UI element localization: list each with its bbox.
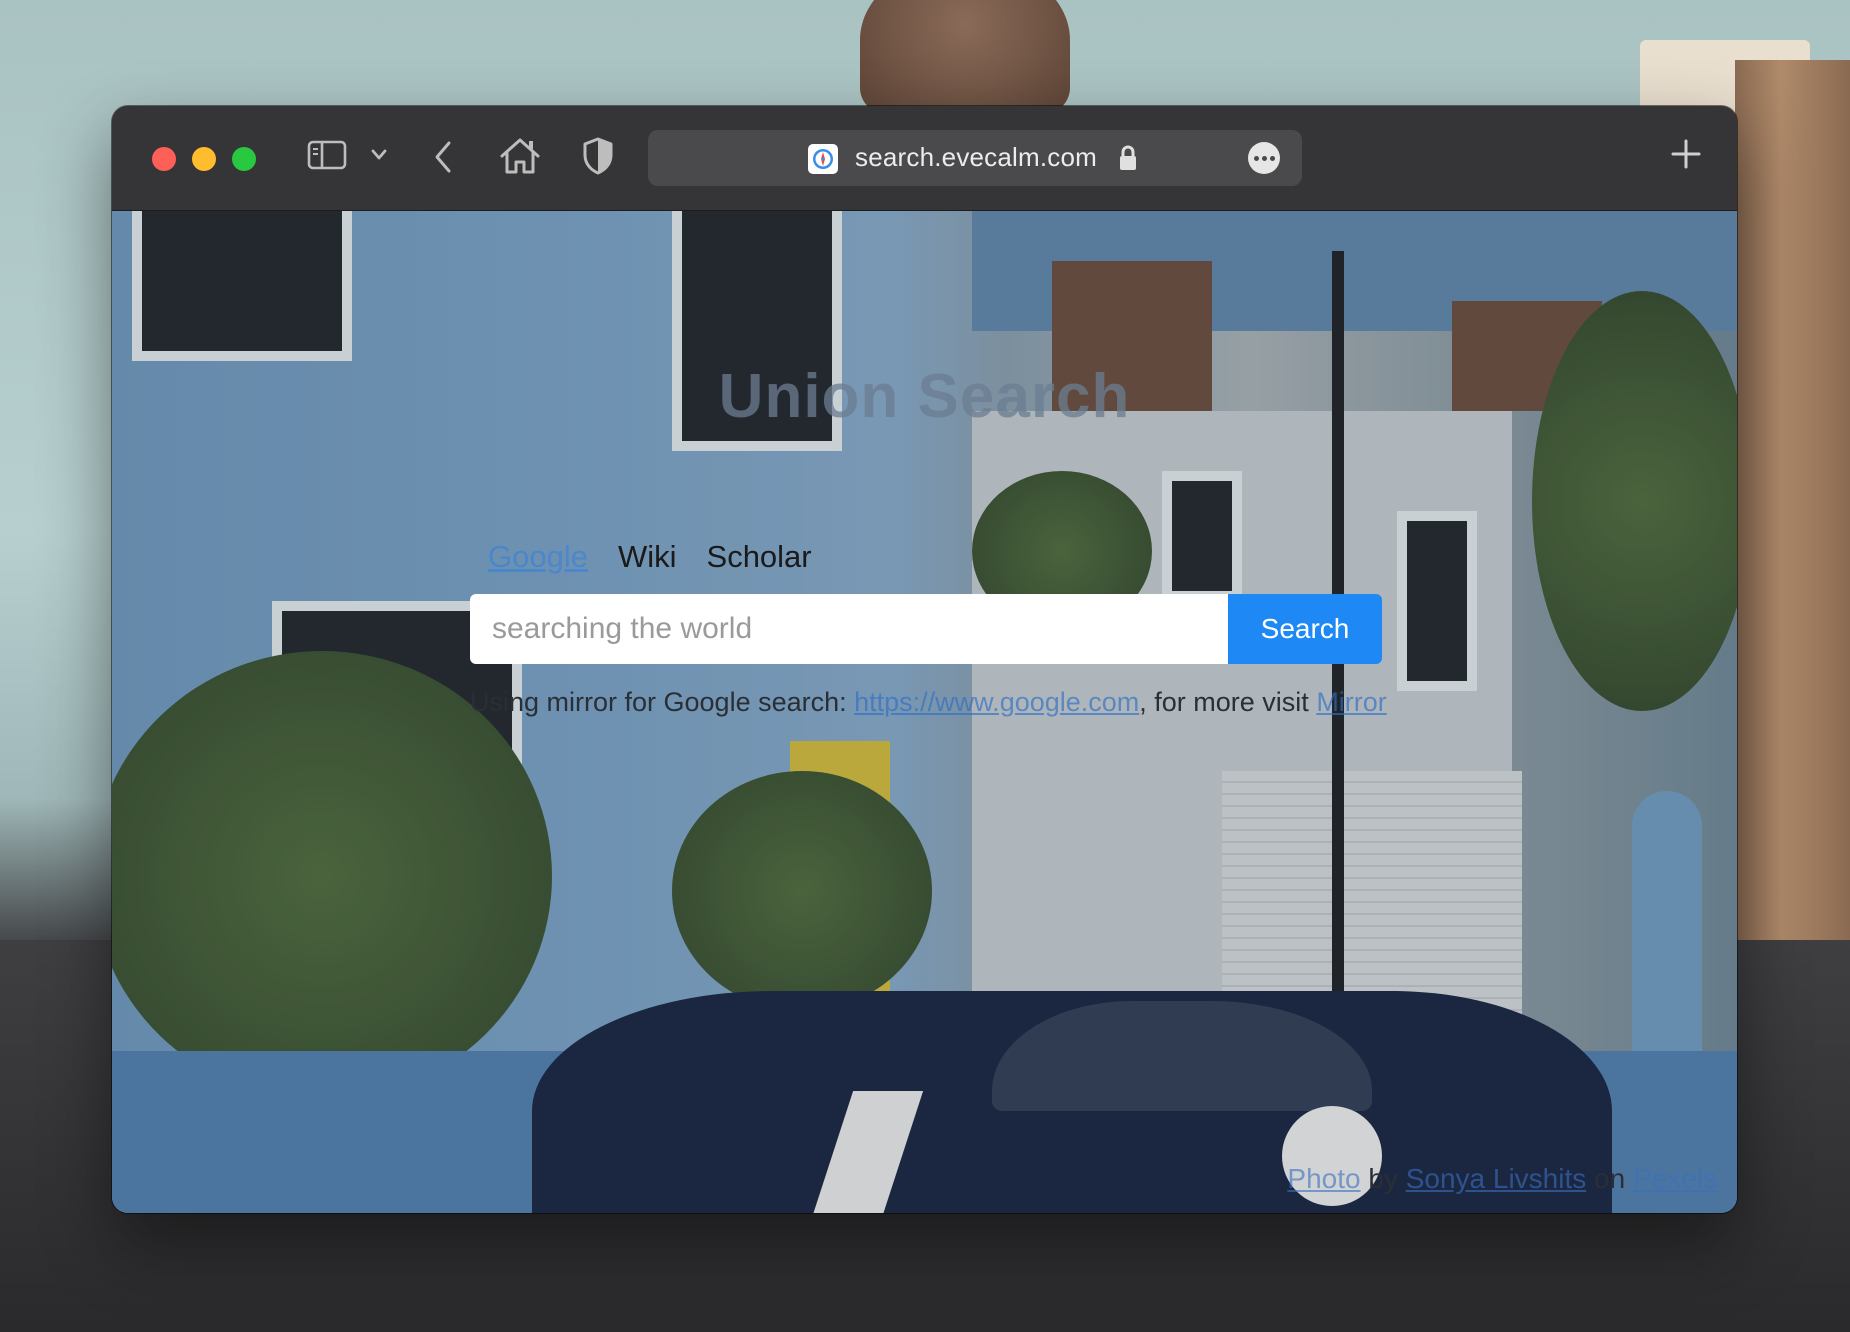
search-engine-tabs: Google Wiki Scholar xyxy=(488,539,812,575)
photo-link[interactable]: Photo xyxy=(1287,1163,1360,1194)
search-form: Search xyxy=(470,594,1382,664)
mirror-google-link[interactable]: https://www.google.com xyxy=(854,687,1139,717)
mirror-note-prefix: Using mirror for Google search: xyxy=(470,687,855,717)
mirror-note-middle: , for more visit xyxy=(1139,687,1317,717)
photographer-link[interactable]: Sonya Livshits xyxy=(1406,1163,1587,1194)
search-input[interactable] xyxy=(470,594,1228,664)
address-url: search.evecalm.com xyxy=(855,142,1098,172)
mirror-more-link[interactable]: Mirror xyxy=(1316,687,1386,717)
minimize-window-button[interactable] xyxy=(192,147,216,171)
tab-wiki[interactable]: Wiki xyxy=(618,539,677,575)
photo-credit: Photo by Sonya Livshits on Pexels xyxy=(1287,1163,1717,1195)
close-window-button[interactable] xyxy=(152,147,176,171)
page-content: Union Search Google Wiki Scholar Search … xyxy=(112,211,1737,1213)
ellipsis-icon[interactable] xyxy=(1248,142,1280,174)
lock-icon xyxy=(1118,144,1138,177)
source-link[interactable]: Pexels xyxy=(1633,1163,1717,1194)
credit-on: on xyxy=(1586,1163,1633,1194)
tab-google[interactable]: Google xyxy=(488,539,588,575)
chevron-down-icon[interactable] xyxy=(370,148,388,162)
site-favicon-icon xyxy=(808,144,838,174)
address-bar[interactable]: search.evecalm.com xyxy=(648,130,1302,186)
back-arrow-icon[interactable] xyxy=(430,139,456,175)
plus-icon[interactable] xyxy=(1668,136,1704,177)
zoom-window-button[interactable] xyxy=(232,147,256,171)
sidebar-icon[interactable] xyxy=(307,139,347,171)
browser-toolbar: search.evecalm.com xyxy=(112,106,1737,211)
home-icon[interactable] xyxy=(499,136,541,176)
page-title: Union Search xyxy=(718,362,1131,431)
mirror-note: Using mirror for Google search: https://… xyxy=(470,685,1400,719)
shield-icon[interactable] xyxy=(582,136,614,176)
tab-scholar[interactable]: Scholar xyxy=(707,539,812,575)
search-button[interactable]: Search xyxy=(1228,594,1382,664)
background-person xyxy=(860,0,1070,120)
browser-window: search.evecalm.com Union Search Google W… xyxy=(112,106,1737,1213)
credit-by: by xyxy=(1360,1163,1406,1194)
